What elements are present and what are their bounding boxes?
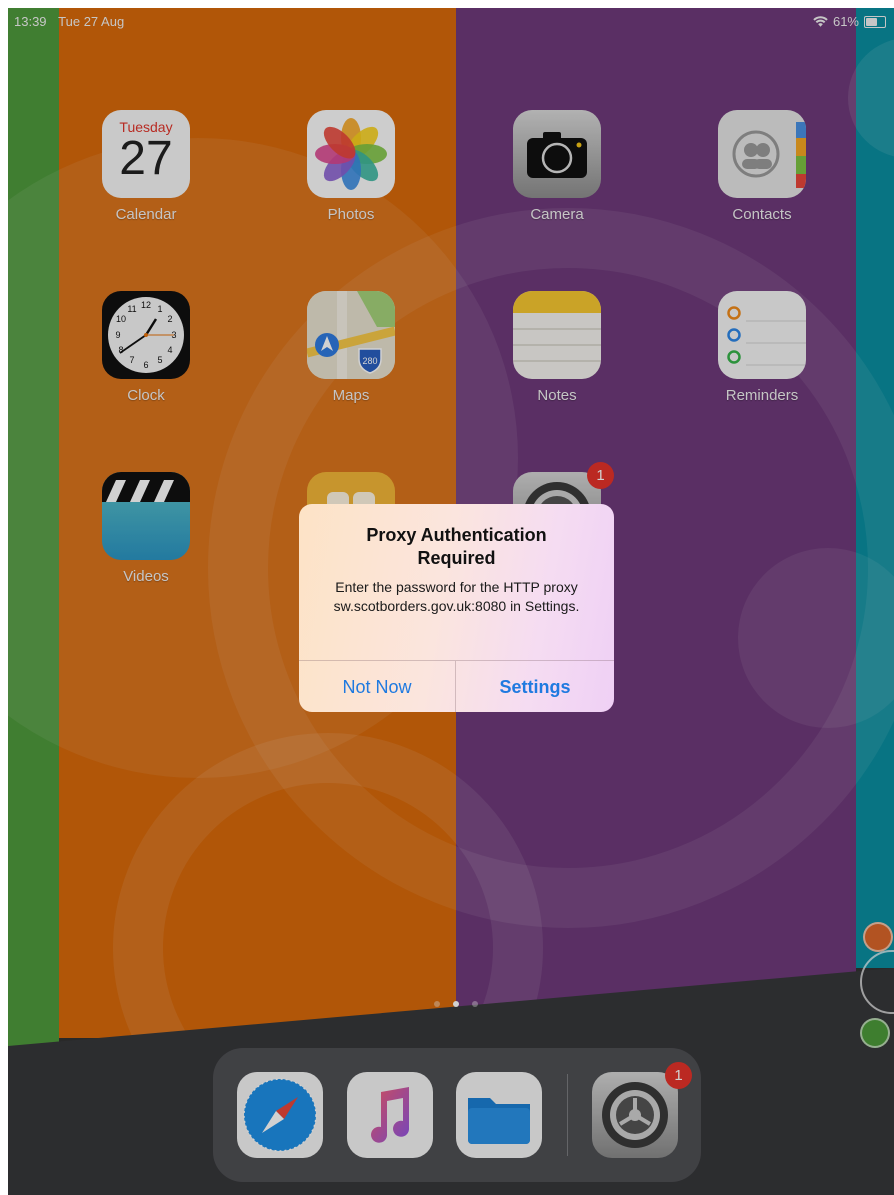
svg-text:1: 1 (157, 304, 162, 314)
app-label: Videos (123, 568, 169, 585)
ipad-home-screen: 13:39 Tue 27 Aug 61% Tuesday 27 Calendar (8, 8, 894, 1195)
notification-badge: 1 (587, 462, 614, 489)
svg-text:5: 5 (157, 355, 162, 365)
dock-safari[interactable] (237, 1072, 323, 1158)
status-date: Tue 27 Aug (58, 14, 125, 29)
settings-button[interactable]: Settings (456, 660, 614, 712)
svg-text:2: 2 (167, 314, 172, 324)
svg-text:6: 6 (143, 360, 148, 370)
maps-icon: 280 (307, 291, 395, 379)
notes-icon (513, 291, 601, 379)
app-clock[interactable]: 12 1 2 345 678 9 10 11 Clock (86, 291, 206, 404)
proxy-auth-alert: Proxy Authentication Required Enter the … (299, 504, 614, 712)
page-dot-current (453, 1001, 459, 1007)
svg-text:11: 11 (127, 304, 136, 314)
calendar-icon: Tuesday 27 (102, 110, 190, 198)
svg-text:9: 9 (115, 330, 120, 340)
app-camera[interactable]: Camera (497, 110, 617, 223)
svg-text:10: 10 (116, 314, 126, 324)
app-label: Notes (537, 387, 577, 404)
files-icon (468, 1098, 530, 1144)
page-dot (434, 1001, 440, 1007)
side-widget-green[interactable] (860, 1018, 890, 1048)
settings-icon (602, 1082, 668, 1148)
app-videos[interactable]: Videos (86, 472, 206, 585)
contacts-icon (718, 110, 806, 198)
videos-icon (102, 472, 190, 560)
reminders-icon (718, 291, 806, 379)
svg-text:4: 4 (167, 345, 172, 355)
status-time: 13:39 (14, 14, 47, 29)
dock: 1 (213, 1048, 701, 1182)
camera-icon (513, 110, 601, 198)
svg-text:12: 12 (141, 300, 151, 310)
page-dot (472, 1001, 478, 1007)
dock-settings[interactable] (592, 1072, 678, 1158)
app-label: Maps (332, 387, 370, 404)
svg-text:7: 7 (129, 355, 134, 365)
clock-icon: 12 1 2 345 678 9 10 11 (102, 291, 190, 379)
app-label: Photos (327, 206, 375, 223)
maps-shield-text: 280 (362, 356, 377, 366)
app-reminders[interactable]: Reminders (702, 291, 822, 404)
notification-badge: 1 (665, 1062, 692, 1089)
app-photos[interactable]: Photos (291, 110, 411, 223)
wifi-icon (813, 15, 828, 27)
music-icon (371, 1087, 410, 1143)
app-label: Calendar (115, 206, 177, 223)
dock-files[interactable] (456, 1072, 542, 1158)
app-contacts[interactable]: Contacts (702, 110, 822, 223)
app-notes[interactable]: Notes (497, 291, 617, 404)
photos-icon (307, 110, 395, 198)
alert-message: Enter the password for the HTTP proxy sw… (333, 579, 580, 614)
app-label: Reminders (725, 387, 799, 404)
battery-icon (864, 15, 886, 28)
battery-percent: 61% (832, 14, 859, 29)
app-label: Clock (127, 387, 165, 404)
app-label: Contacts (732, 206, 792, 223)
not-now-button[interactable]: Not Now (299, 660, 456, 712)
dock-music[interactable] (347, 1072, 433, 1158)
side-widget-orange[interactable] (863, 922, 893, 952)
app-calendar[interactable]: Tuesday 27 Calendar (86, 110, 206, 223)
alert-title: Proxy Authentication Required (366, 525, 547, 568)
page-indicator[interactable] (434, 1001, 478, 1007)
dock-divider (567, 1074, 568, 1156)
status-bar: 13:39 Tue 27 Aug 61% (8, 8, 894, 34)
safari-icon (243, 1078, 317, 1152)
calendar-day-number: 27 (119, 132, 173, 185)
app-label: Camera (530, 206, 584, 223)
app-maps[interactable]: 280 Maps (291, 291, 411, 404)
